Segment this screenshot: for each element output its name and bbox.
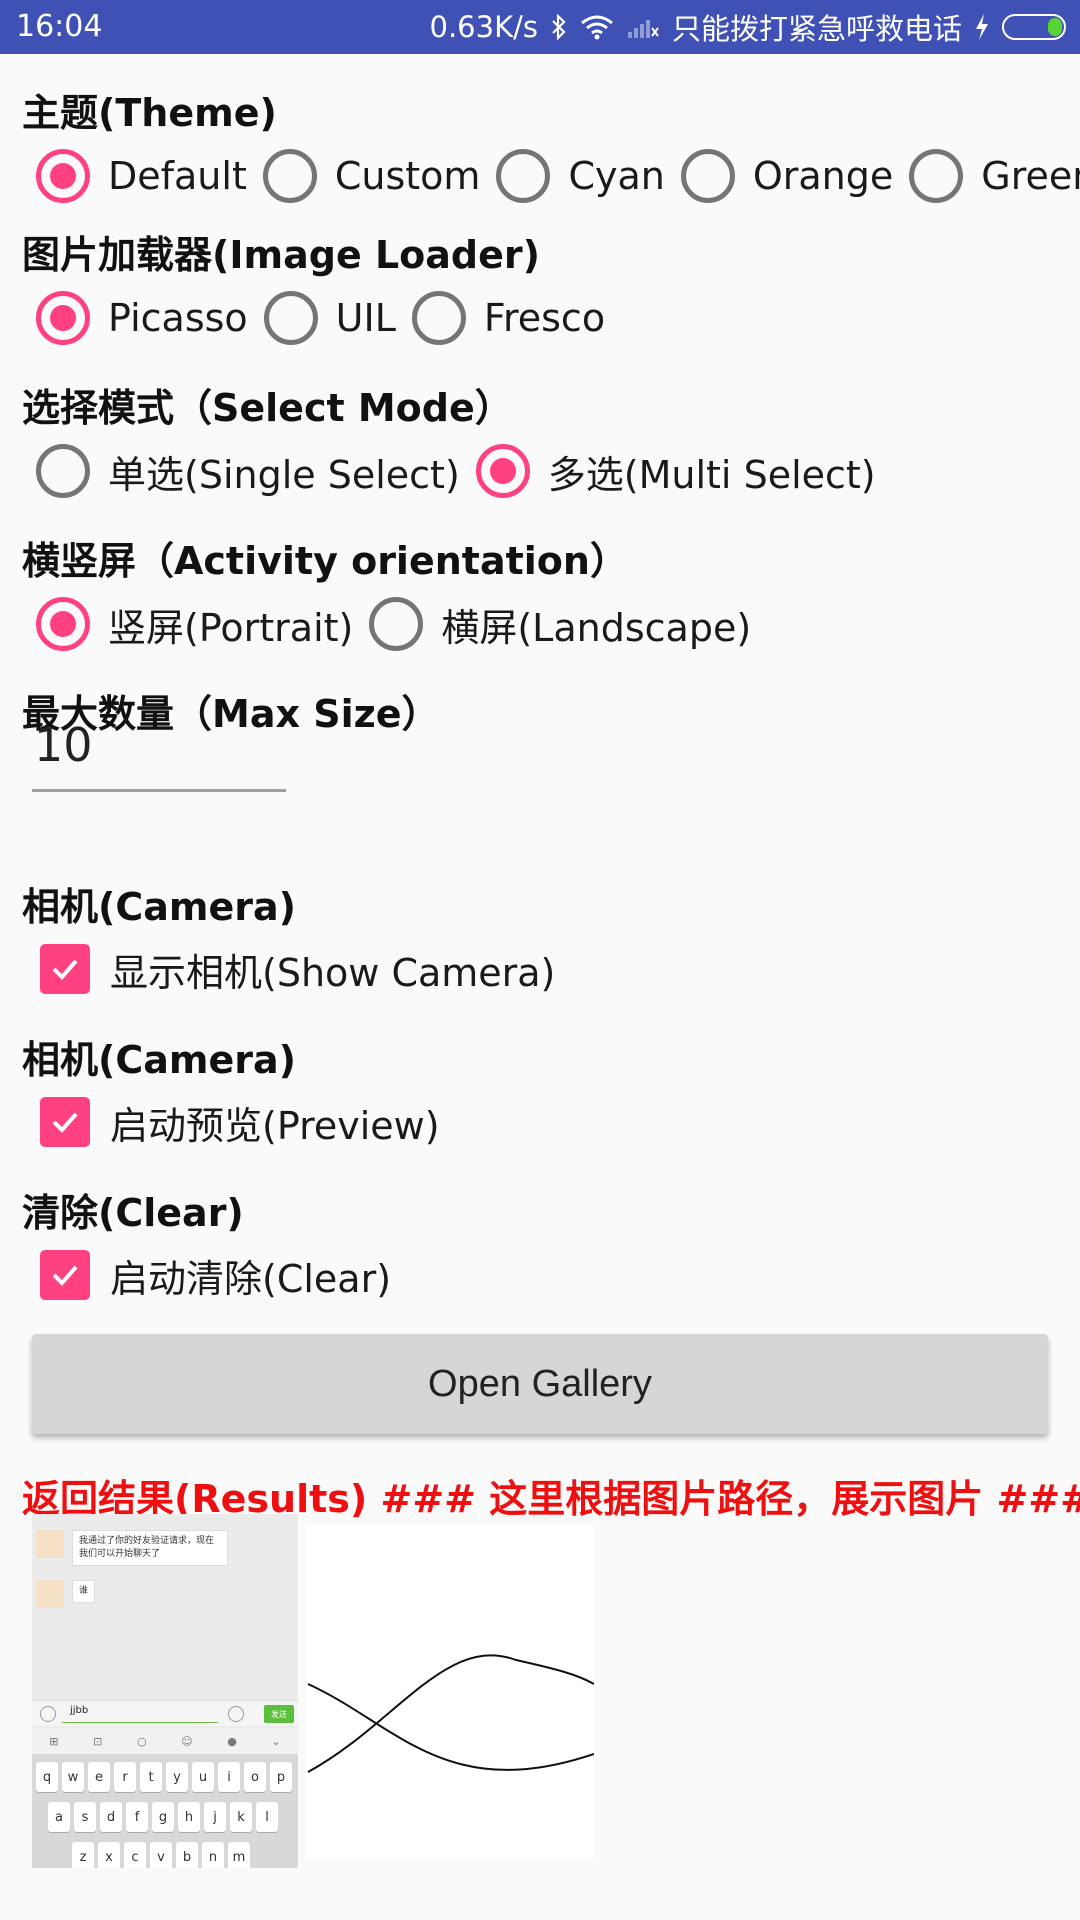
image-loader-radio-group: Picasso UIL Fresco [36,283,621,353]
theme-option-green[interactable]: Green [909,149,1080,203]
loader-option-fresco[interactable]: Fresco [411,291,621,345]
drawing-curves [307,1654,595,1773]
wifi-icon [580,14,614,40]
avatar [36,1580,64,1608]
max-size-value: 10 [34,718,93,772]
voice-icon [40,1706,56,1722]
keyboard-row: zxcvbnm [72,1842,250,1868]
max-size-input[interactable]: 10 [32,708,286,792]
radio-unselected-icon [496,149,551,203]
emoji-icon [228,1706,244,1722]
emoji-icon: ☺ [181,1734,193,1748]
chat-input-bar: jjbb 发送 [32,1700,298,1726]
status-time: 16:04 [16,9,103,44]
preview-label: 启动预览(Preview) [110,1103,440,1148]
select-mode-single[interactable]: 单选(Single Select) [36,444,476,499]
clear-label: 启动清除(Clear) [110,1256,392,1301]
orientation-heading: 横竖屏（Activity orientation） [22,539,628,583]
chat-message: 我通过了你的好友验证请求，现在我们可以开始聊天了 [36,1530,228,1566]
radio-unselected-icon [369,597,424,651]
radio-unselected-icon [909,149,964,203]
keyboard-row: qwertyuiop [36,1762,292,1792]
chat-message: 谁 [36,1580,96,1608]
image-loader-heading: 图片加载器(Image Loader) [22,233,540,277]
select-mode-heading: 选择模式（Select Mode） [22,386,513,430]
show-camera-label: 显示相机(Show Camera) [110,950,556,995]
mic-icon: ● [227,1734,237,1748]
carrier-text: 只能拨打紧急呼救电话 [671,12,962,46]
loader-option-picasso[interactable]: Picasso [36,291,264,345]
radio-selected-icon [36,291,90,345]
theme-radio-group: Default Custom Cyan Orange Green [36,141,1080,211]
battery-icon [1002,14,1066,40]
checkbox-checked-icon [40,944,90,994]
theme-option-cyan[interactable]: Cyan [496,149,680,203]
orientation-portrait[interactable]: 竖屏(Portrait) [36,597,369,652]
theme-option-default[interactable]: Default [36,149,263,203]
radio-selected-icon [36,597,90,651]
open-gallery-button[interactable]: Open Gallery [32,1334,1048,1434]
loader-option-uil[interactable]: UIL [263,291,412,345]
result-thumbnail-chat[interactable]: 我通过了你的好友验证请求，现在我们可以开始聊天了 谁 jjbb 发送 ⊞ ⊡ ○… [32,1514,298,1868]
status-icons: 0.63K/s 只能拨打紧急呼救电话 [430,8,1066,46]
result-thumbnail-drawing[interactable] [306,1524,595,1858]
preview-checkbox[interactable]: 启动预览(Preview) [40,1087,456,1157]
grid-icon: ⊞ [49,1734,59,1748]
orientation-radio-group: 竖屏(Portrait) 横屏(Landscape) [36,589,767,659]
radio-unselected-icon [262,149,317,203]
show-camera-checkbox[interactable]: 显示相机(Show Camera) [40,934,571,1004]
theme-option-custom[interactable]: Custom [262,149,497,203]
checkbox-checked-icon [40,1250,90,1300]
clear-heading: 清除(Clear) [22,1191,244,1235]
preview-heading: 相机(Camera) [22,1038,297,1082]
radio-selected-icon [475,444,530,498]
select-mode-multi[interactable]: 多选(Multi Select) [475,444,892,499]
radio-unselected-icon [36,444,90,498]
radio-unselected-icon [680,149,735,203]
bluetooth-icon [550,14,568,40]
clear-checkbox[interactable]: 启动清除(Clear) [40,1240,407,1310]
keypad-icon: ⊡ [93,1734,103,1748]
signal-icon [626,14,660,40]
keyboard-row: asdfghjkl [48,1802,278,1832]
checkbox-checked-icon [40,1097,90,1147]
theme-option-orange[interactable]: Orange [680,149,909,203]
search-icon: ○ [136,1734,147,1748]
chat-input: jjbb [62,1705,218,1723]
radio-unselected-icon [263,291,318,345]
keyboard: qwertyuiop asdfghjkl zxcvbnm [32,1754,298,1868]
network-speed: 0.63K/s [429,10,538,44]
send-button: 发送 [264,1705,294,1723]
select-mode-radio-group: 单选(Single Select) 多选(Multi Select) [36,436,892,506]
keyboard-toolbar: ⊞ ⊡ ○ ☺ ● ⌄ [32,1728,298,1754]
theme-heading: 主题(Theme) [22,91,277,135]
charging-icon [974,13,990,41]
camera-heading: 相机(Camera) [22,885,297,929]
orientation-landscape[interactable]: 横屏(Landscape) [369,597,767,652]
status-bar: 16:04 0.63K/s 只能拨打紧急呼救电话 [0,0,1080,54]
radio-unselected-icon [411,291,466,345]
chevron-down-icon: ⌄ [271,1734,281,1748]
avatar [36,1530,64,1558]
radio-selected-icon [36,149,90,203]
